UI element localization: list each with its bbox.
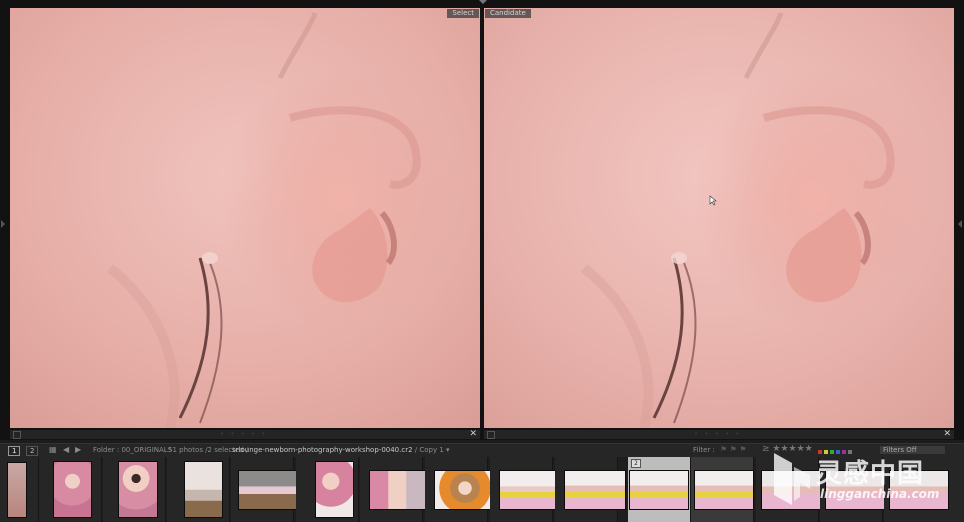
thumbnail-image	[239, 471, 299, 509]
thumbnail-image	[316, 462, 353, 517]
close-icon[interactable]: ✕	[943, 429, 951, 439]
thumbnail-image	[500, 471, 560, 509]
thumbnail-image	[565, 471, 625, 509]
filmstrip-thumb[interactable]	[425, 457, 495, 522]
candidate-pane[interactable]: Candidate	[484, 8, 954, 428]
filmstrip-thumb[interactable]	[360, 457, 430, 522]
thumbnail-image	[370, 471, 430, 509]
right-panel-toggle-icon[interactable]	[958, 220, 962, 228]
filmstrip-thumb[interactable]	[0, 457, 39, 522]
select-label: Select	[447, 9, 479, 18]
thumbnail-image	[185, 462, 222, 517]
copy-badge: 2	[631, 459, 641, 468]
watermark-cn: 灵感中国	[816, 459, 925, 489]
thumbnail-image	[54, 462, 91, 517]
lock-icon[interactable]	[487, 431, 495, 439]
thumbnail-image	[8, 463, 26, 517]
thumbnail-image	[695, 471, 753, 509]
chevron-down-icon: ▾	[446, 446, 450, 454]
thumbnail-image	[630, 471, 688, 509]
candidate-pane-toolbar: • • • • • ✕	[484, 429, 954, 439]
secondary-window-button[interactable]: 2	[26, 446, 39, 456]
grid-icon[interactable]: ▦	[49, 445, 57, 454]
filename-text: srlounge-newborn-photography-workshop-00…	[232, 446, 413, 454]
select-photo	[10, 8, 480, 428]
watermark-logo-icon	[774, 453, 810, 505]
filmstrip-thumb-selected[interactable]	[691, 457, 754, 522]
filmstrip-thumb-active[interactable]: 2	[628, 457, 691, 522]
candidate-label: Candidate	[485, 9, 531, 18]
current-filename[interactable]: srlounge-newborn-photography-workshop-00…	[232, 446, 450, 454]
thumbnail-image	[119, 462, 157, 517]
filmstrip-thumb[interactable]	[167, 457, 230, 522]
forward-arrow-icon[interactable]: ▶	[75, 445, 81, 454]
select-pane-toolbar: • • • • • ✕	[10, 429, 480, 439]
back-arrow-icon[interactable]: ◀	[63, 445, 69, 454]
filmstrip-thumb[interactable]	[490, 457, 560, 522]
watermark: 灵感中国 lingganchina.com	[770, 447, 960, 517]
top-panel-toggle-icon[interactable]	[479, 0, 487, 4]
thumbnail-image	[435, 471, 495, 509]
select-pane[interactable]: Select	[10, 8, 480, 428]
flag-filter-icon[interactable]: ⚑ ⚑ ⚑	[720, 445, 747, 454]
filmstrip-thumb[interactable]	[296, 457, 359, 522]
copy-text: / Copy 1	[414, 446, 444, 454]
watermark-en: lingganchina.com	[820, 487, 940, 501]
left-panel-toggle-icon[interactable]	[1, 220, 5, 228]
folder-source[interactable]: Folder : 00_ORIGINALS	[93, 446, 172, 454]
filter-label: Filter :	[693, 446, 715, 454]
filmstrip-thumb[interactable]	[103, 457, 166, 522]
close-icon[interactable]: ✕	[469, 429, 477, 439]
candidate-photo	[484, 8, 954, 428]
zoom-dots-icon: • • • • •	[694, 430, 742, 438]
filmstrip-thumb[interactable]	[231, 457, 299, 522]
primary-window-button[interactable]: 1	[8, 446, 21, 456]
lock-icon[interactable]	[13, 431, 21, 439]
filmstrip-thumb[interactable]	[555, 457, 625, 522]
filmstrip-thumb[interactable]	[39, 457, 102, 522]
zoom-dots-icon: • • • • •	[220, 430, 268, 438]
